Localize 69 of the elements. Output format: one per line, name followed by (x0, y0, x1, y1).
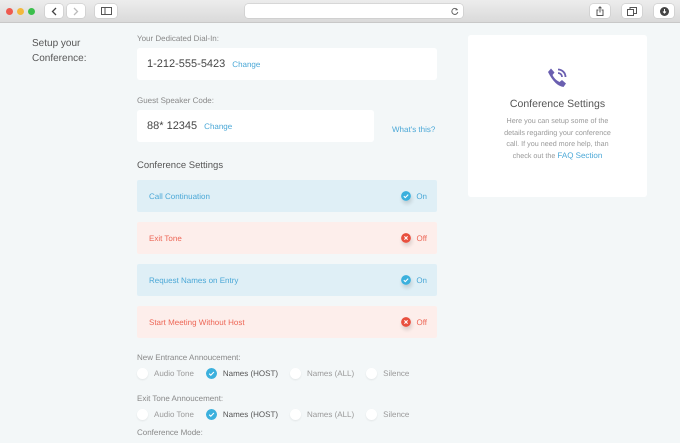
change-link[interactable]: Change (232, 60, 260, 68)
option-label: Names (HOST) (222, 410, 278, 419)
option-label: Audio Tone (154, 369, 194, 378)
close-window-button[interactable] (6, 8, 13, 14)
setting-row[interactable]: Exit Tone Off (137, 222, 437, 254)
sidebar-button[interactable] (95, 4, 117, 18)
reload-icon (450, 7, 458, 15)
address-field[interactable] (244, 4, 462, 18)
setting-state: On (416, 192, 427, 200)
faq-link[interactable]: FAQ Section (557, 150, 602, 160)
section-label: Setup your Conference: (32, 37, 88, 66)
radio-option[interactable]: Names (HOST) (206, 409, 278, 420)
back-button[interactable] (45, 4, 63, 18)
option-label: Names (ALL) (307, 369, 354, 378)
whats-this-link[interactable]: What's this? (392, 125, 436, 134)
radio-option[interactable]: Audio Tone (137, 409, 194, 420)
card-title: Conference Settings (510, 98, 606, 110)
change-link[interactable]: Change (204, 122, 232, 130)
field-label: Your Dedicated Dial-In: (137, 34, 220, 43)
radio-option[interactable]: Names (ALL) (290, 368, 354, 379)
option-label: Names (ALL) (307, 410, 354, 419)
option-label: Names (HOST) (222, 369, 278, 378)
radio-option[interactable]: Silence (366, 409, 410, 420)
radio-button[interactable] (290, 368, 302, 379)
download-icon (660, 6, 668, 16)
option-label: Silence (383, 410, 410, 419)
radio-option[interactable]: Names (ALL) (290, 409, 354, 420)
guest-code-field[interactable]: 88* 12345 Change (137, 110, 374, 142)
radio-button[interactable] (137, 368, 148, 379)
minimize-window-button[interactable] (17, 8, 24, 14)
radio-button[interactable] (137, 409, 148, 420)
guest-code: 88* 12345 (147, 120, 198, 132)
option-label: Silence (383, 369, 410, 378)
setting-row[interactable]: Start Meeting Without Host Off (137, 306, 437, 338)
section-heading: Conference Settings (137, 160, 224, 171)
setting-state: On (416, 276, 427, 284)
radio-checked[interactable] (206, 368, 217, 379)
setting-state: Off (416, 234, 427, 242)
group-label: New Entrance Annoucement: (137, 353, 242, 362)
setting-label: Start Meeting Without Host (149, 318, 245, 326)
setting-state: Off (416, 318, 427, 326)
phone-call-icon (547, 67, 568, 88)
setting-label: Request Names on Entry (149, 276, 238, 284)
setting-label: Call Continuation (149, 192, 210, 200)
setting-row[interactable]: Request Names on Entry On (137, 264, 437, 296)
tabs-button[interactable] (622, 4, 642, 18)
option-label: Audio Tone (154, 410, 194, 419)
radio-option[interactable]: Silence (366, 368, 410, 379)
radio-button[interactable] (290, 409, 302, 420)
sidebar-icon (100, 7, 112, 15)
chevron-right-icon (73, 6, 79, 16)
radio-option[interactable]: Audio Tone (137, 368, 194, 379)
share-icon (596, 6, 604, 16)
radio-button[interactable] (366, 368, 378, 379)
zoom-window-button[interactable] (28, 8, 35, 14)
share-button[interactable] (590, 4, 610, 18)
chevron-left-icon (51, 6, 57, 16)
dial-in-field[interactable]: 1-212-555-5423 Change (137, 48, 437, 80)
group-label: Exit Tone Annoucement: (137, 394, 224, 403)
tabs-icon (627, 6, 637, 16)
radio-button[interactable] (366, 409, 378, 420)
radio-option[interactable]: Names (HOST) (206, 368, 278, 379)
setting-label: Exit Tone (149, 234, 182, 242)
download-button[interactable] (654, 4, 674, 18)
setting-row[interactable]: Call Continuation On (137, 180, 437, 212)
phone-number: 1-212-555-5423 (147, 58, 226, 70)
field-label: Guest Speaker Code: (137, 96, 215, 105)
group-label: Conference Mode: (137, 428, 204, 437)
radio-checked[interactable] (206, 409, 217, 420)
